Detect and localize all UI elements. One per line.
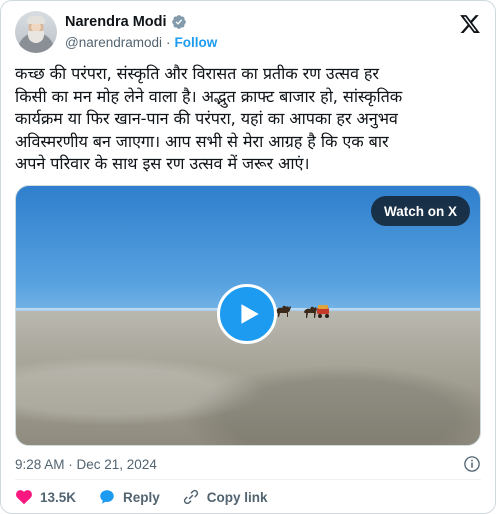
reply-label: Reply (123, 489, 160, 505)
author-name[interactable]: Narendra Modi (65, 14, 167, 30)
avatar[interactable] (15, 11, 57, 53)
author-handle-row: @narendramodi · Follow (65, 35, 217, 50)
play-icon (241, 304, 259, 324)
like-button[interactable]: 13.5K (15, 488, 76, 506)
watch-on-x-button[interactable]: Watch on X (371, 196, 470, 226)
play-button[interactable] (217, 284, 277, 344)
tweet-text: कच्छ की परंपरा, संस्कृति और विरासत का प्… (15, 63, 485, 176)
camel-cart-icon (304, 305, 329, 318)
tweet-card: Narendra Modi @narendramodi · Follow कच्… (0, 0, 496, 514)
separator-dot: · (166, 35, 171, 50)
author-handle[interactable]: @narendramodi (65, 35, 162, 50)
divider (15, 479, 481, 480)
copy-link-label: Copy link (206, 489, 268, 505)
verified-badge-icon (171, 15, 186, 29)
x-logo-icon[interactable] (459, 13, 481, 35)
reply-bubble-icon (100, 490, 114, 504)
tweet-actions: 13.5K Reply Copy link (15, 488, 268, 506)
avatar-hair (27, 16, 45, 24)
follow-button[interactable]: Follow (175, 35, 218, 50)
tweet-line: अपने परिवार के साथ इस रण उत्सव में जरूर … (15, 154, 310, 173)
reply-button[interactable]: Reply (98, 488, 160, 506)
video-player[interactable]: Watch on X (15, 185, 481, 446)
link-icon (183, 489, 198, 505)
info-icon[interactable] (463, 455, 481, 473)
tweet-header: Narendra Modi @narendramodi · Follow (15, 11, 481, 57)
tweet-line: कार्यक्रम या फिर खान-पान की परंपरा, यहां… (15, 109, 398, 128)
like-count: 13.5K (40, 489, 77, 505)
avatar-beard (28, 31, 44, 43)
author-name-row: Narendra Modi (65, 14, 187, 30)
heart-icon (16, 490, 32, 505)
tweet-timestamp[interactable]: 9:28 AM · Dec 21, 2024 (15, 457, 157, 472)
copy-link-button[interactable]: Copy link (182, 488, 268, 506)
tweet-line: अविस्मरणीय बन जाएगा। आप सभी से मेरा आग्र… (15, 131, 389, 151)
tweet-line: किसी का मन मोह लेने वाला है। अद्भुत क्रा… (15, 86, 403, 106)
tweet-line: कच्छ की परंपरा, संस्कृति और विरासत का प्… (15, 64, 379, 83)
